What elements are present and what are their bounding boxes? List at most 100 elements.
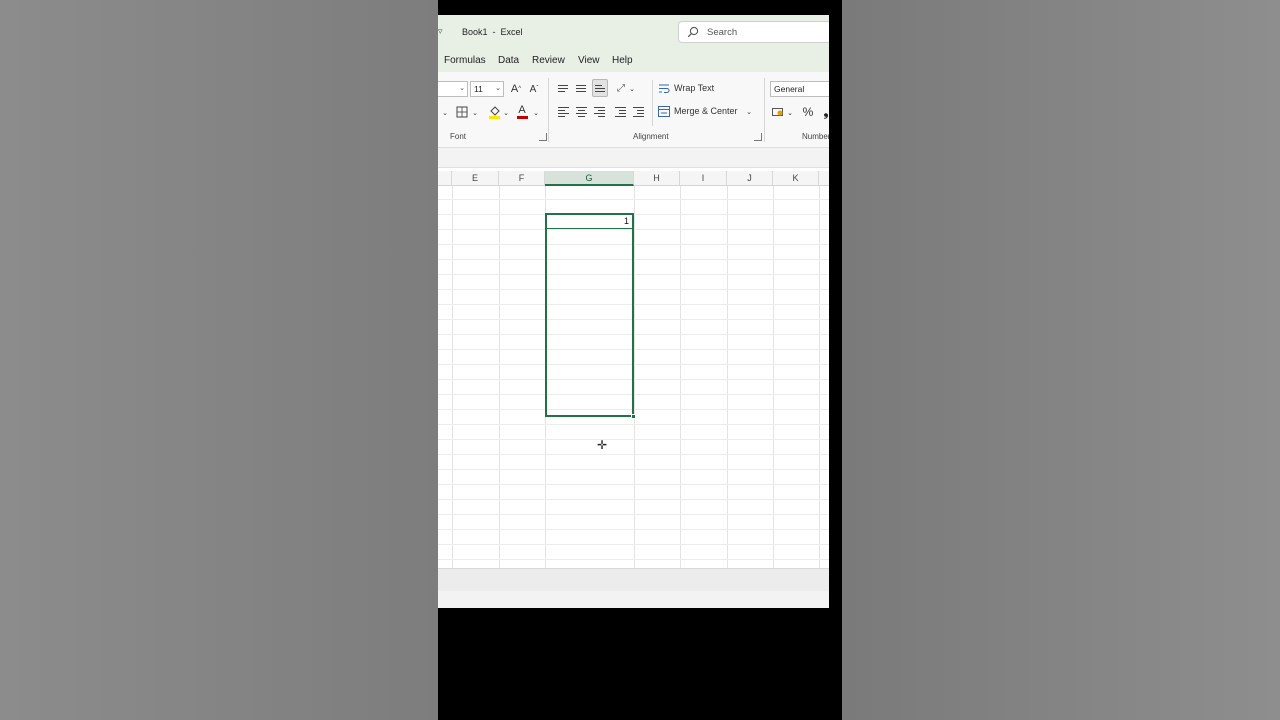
- chevron-down-icon: ⌄: [459, 85, 465, 92]
- tab-review[interactable]: Review: [532, 55, 565, 66]
- ribbon: ⌄ 11 ⌄ A ^ Aˇ ⌄ ⌄ ⌄ A ⌄ Font ⤢ ⌄ Wrap Te…: [438, 72, 829, 148]
- align-right-button[interactable]: [592, 104, 606, 120]
- status-bar: [438, 591, 829, 608]
- top-align-button[interactable]: [556, 80, 570, 96]
- tab-help[interactable]: Help: [612, 55, 633, 66]
- gridline: [438, 469, 829, 470]
- increase-font-button[interactable]: A ^: [508, 80, 524, 98]
- wrap-text-button[interactable]: Wrap Text: [658, 80, 714, 96]
- gridline: [438, 439, 829, 440]
- cell-value: 1: [623, 216, 629, 226]
- gridline: [438, 559, 829, 560]
- bottom-align-icon: [595, 84, 605, 92]
- accounting-dropdown-icon[interactable]: ⌄: [786, 105, 794, 121]
- font-size-dropdown[interactable]: 11 ⌄: [470, 81, 504, 97]
- font-color-dropdown-icon[interactable]: ⌄: [531, 105, 541, 121]
- font-color-button[interactable]: A: [515, 103, 529, 121]
- search-input[interactable]: Search: [707, 27, 737, 38]
- decrease-indent-button[interactable]: [613, 104, 627, 120]
- gridline: [438, 514, 829, 515]
- chevron-down-icon: ⌄: [495, 85, 501, 92]
- group-label-alignment: Alignment: [633, 132, 669, 141]
- column-header-f[interactable]: F: [499, 171, 545, 186]
- column-header-j[interactable]: J: [727, 171, 773, 186]
- bottom-align-button[interactable]: [592, 79, 608, 97]
- increase-indent-button[interactable]: [631, 104, 645, 120]
- increase-font-icon: A: [510, 83, 519, 95]
- percent-icon: %: [802, 105, 814, 119]
- video-frame: ▿ Book1 - Excel Search Formulas Data Rev…: [438, 0, 842, 720]
- column-header-h[interactable]: H: [634, 171, 680, 186]
- search-box[interactable]: Search: [678, 21, 829, 43]
- column-header-partial[interactable]: [438, 171, 452, 186]
- orientation-dropdown-icon[interactable]: ⌄: [628, 81, 636, 97]
- column-header-k[interactable]: K: [773, 171, 819, 186]
- alignment-dialog-launcher-icon[interactable]: [754, 133, 762, 141]
- gridline: [438, 544, 829, 545]
- tab-formulas[interactable]: Formulas: [444, 55, 486, 66]
- accounting-format-button[interactable]: [771, 104, 785, 120]
- gridline: [438, 454, 829, 455]
- sheet-tabs-bar: [438, 568, 829, 591]
- group-label-number: Number: [802, 132, 829, 141]
- middle-align-button[interactable]: [574, 80, 588, 96]
- selected-range[interactable]: 1: [545, 213, 634, 417]
- formula-bar[interactable]: [438, 148, 829, 168]
- paint-bucket-icon: [488, 106, 500, 119]
- column-header-e[interactable]: E: [452, 171, 499, 186]
- percent-style-button[interactable]: %: [800, 103, 816, 121]
- text-orientation-icon: ⤢: [617, 82, 625, 94]
- font-size-value: 11: [474, 84, 483, 94]
- column-header-g[interactable]: G: [545, 171, 634, 186]
- align-left-button[interactable]: [556, 104, 570, 120]
- search-icon: [687, 26, 699, 38]
- wrap-text-label: Wrap Text: [674, 83, 715, 93]
- align-right-icon: [593, 107, 605, 117]
- top-align-icon: [558, 84, 568, 92]
- borders-icon: [456, 106, 468, 118]
- font-color-icon: A: [518, 104, 526, 116]
- column-header-i[interactable]: I: [680, 171, 727, 186]
- merge-center-dropdown-icon[interactable]: ⌄: [744, 104, 754, 120]
- title-bar: ▿ Book1 - Excel Search: [438, 15, 829, 50]
- borders-dropdown-icon[interactable]: ⌄: [470, 105, 480, 121]
- comma-style-icon[interactable]: ❟: [821, 103, 829, 121]
- fill-color-dropdown-icon[interactable]: ⌄: [501, 105, 511, 121]
- group-separator: [548, 78, 549, 142]
- group-separator: [652, 80, 653, 126]
- fill-handle[interactable]: [631, 414, 636, 419]
- merge-center-button[interactable]: Merge & Center: [658, 103, 738, 119]
- gridline: [438, 424, 829, 425]
- ribbon-tabs: Formulas Data Review View Help: [438, 50, 829, 72]
- middle-align-icon: [576, 84, 586, 92]
- borders-button[interactable]: [454, 104, 470, 120]
- tab-data[interactable]: Data: [498, 55, 519, 66]
- number-format-dropdown[interactable]: General: [770, 81, 829, 97]
- gridline: [438, 199, 829, 200]
- gridline: [438, 499, 829, 500]
- worksheet-grid[interactable]: 1 ✛: [438, 186, 829, 568]
- active-cell[interactable]: 1: [547, 215, 632, 229]
- merge-center-icon: [658, 105, 670, 117]
- window-title: Book1 - Excel: [462, 27, 523, 37]
- font-name-dropdown[interactable]: ⌄: [438, 81, 468, 97]
- chevron-down-icon[interactable]: ⌄: [440, 105, 450, 121]
- column-header-partial[interactable]: [819, 171, 829, 186]
- align-center-icon: [575, 107, 587, 117]
- merge-center-label: Merge & Center: [674, 106, 738, 116]
- column-header-row: E F G H I J K: [438, 171, 829, 186]
- font-color-swatch: [516, 116, 528, 119]
- increase-indent-icon: [632, 107, 644, 117]
- decrease-font-button[interactable]: Aˇ: [526, 80, 542, 98]
- font-dialog-launcher-icon[interactable]: [539, 133, 547, 141]
- fill-color-button[interactable]: [486, 103, 502, 121]
- tab-view[interactable]: View: [578, 55, 600, 66]
- orientation-button[interactable]: ⤢: [614, 80, 628, 96]
- accounting-icon: [772, 108, 783, 116]
- align-center-button[interactable]: [574, 104, 588, 120]
- number-format-value: General: [774, 84, 805, 94]
- quick-access-dropdown-icon[interactable]: ▿: [438, 26, 443, 37]
- decrease-font-icon: A: [529, 83, 537, 95]
- blurred-background-right: [842, 0, 1280, 720]
- excel-window: ▿ Book1 - Excel Search Formulas Data Rev…: [438, 15, 829, 608]
